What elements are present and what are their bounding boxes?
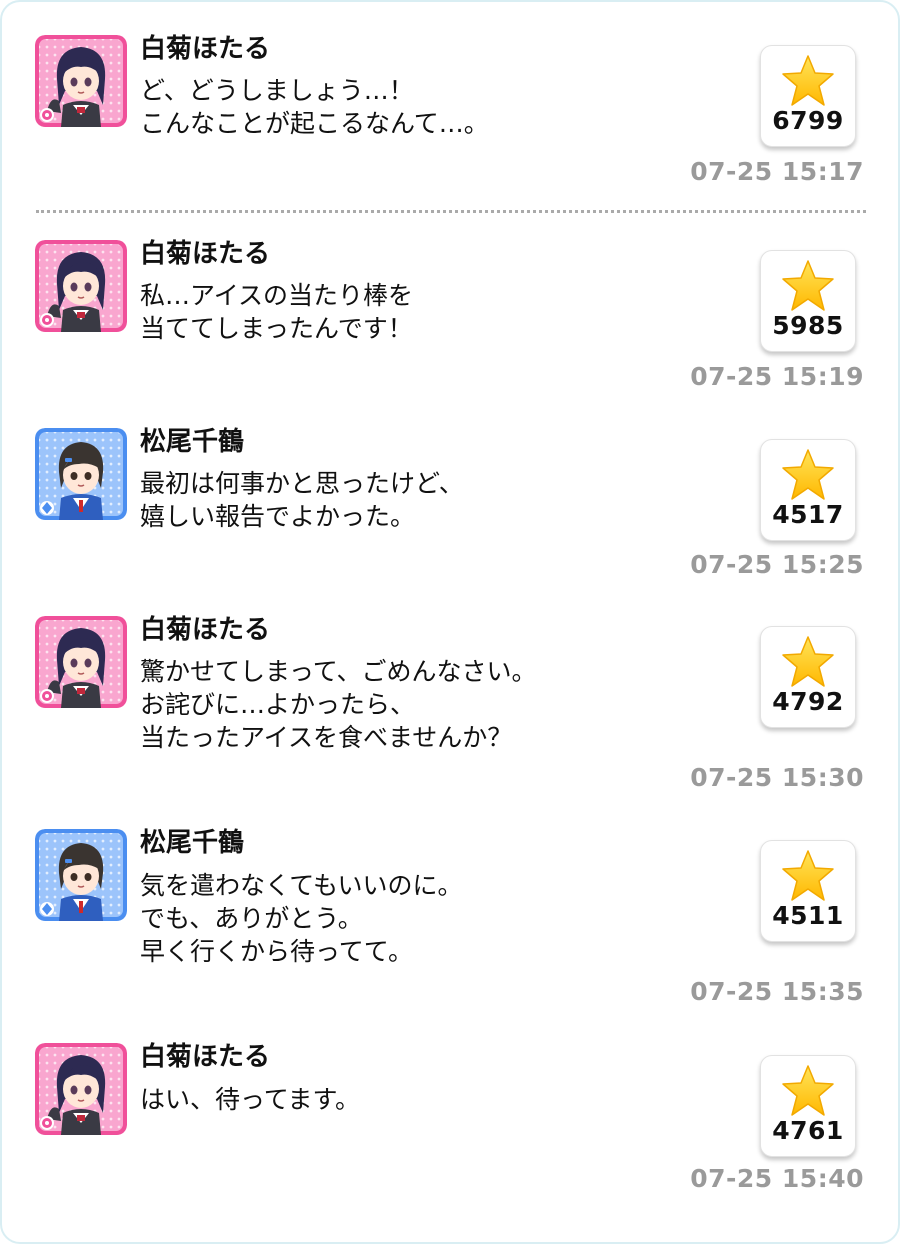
message-line: 気を遣わなくてもいいのに。 [140, 871, 463, 900]
message-line: はい、待ってます。 [140, 1085, 361, 1114]
like-button[interactable]: 4511 [760, 840, 856, 942]
avatar[interactable] [35, 616, 127, 708]
like-count: 4511 [772, 901, 844, 930]
author-name: 松尾千鶴 [140, 828, 245, 858]
star-icon [782, 1065, 834, 1116]
message-line: 最初は何事かと思ったけど、 [140, 469, 464, 498]
like-button[interactable]: 5985 [760, 250, 856, 352]
hotaru-avatar-icon [35, 1043, 127, 1135]
star-icon [782, 636, 834, 687]
star-icon [782, 260, 834, 311]
message-line: でも、ありがとう。 [140, 904, 363, 933]
author-name: 白菊ほたる [140, 34, 271, 64]
like-button[interactable]: 4761 [760, 1055, 856, 1157]
star-icon [782, 850, 834, 901]
author-name: 白菊ほたる [140, 615, 271, 645]
author-name: 白菊ほたる [140, 239, 271, 269]
hotaru-avatar-icon [35, 240, 127, 332]
avatar[interactable] [35, 829, 127, 921]
message-text: 驚かせてしまって、ごめんなさい。 お詫びに…よかったら、 当たったアイスを食べま… [140, 655, 537, 754]
message-line: こんなことが起こるなんて…。 [140, 109, 489, 138]
hotaru-avatar-icon [35, 616, 127, 708]
timestamp: 07-25 15:35 [690, 977, 864, 1006]
chizuru-avatar-icon [35, 829, 127, 921]
star-icon [782, 449, 834, 500]
like-button[interactable]: 4517 [760, 439, 856, 541]
message-line: 私…アイスの当たり棒を [140, 281, 414, 310]
like-count: 4517 [772, 500, 844, 529]
avatar[interactable] [35, 1043, 127, 1135]
author-name: 白菊ほたる [140, 1042, 271, 1072]
message-text: ど、どうしましょう…！ こんなことが起こるなんて…。 [140, 74, 489, 140]
avatar[interactable] [35, 428, 127, 520]
timestamp: 07-25 15:19 [690, 362, 864, 391]
message-line: ど、どうしましょう…！ [140, 76, 414, 105]
like-count: 6799 [772, 106, 844, 135]
like-count: 4761 [772, 1116, 844, 1145]
message-line: 当ててしまったんです！ [140, 314, 413, 343]
avatar[interactable] [35, 240, 127, 332]
message-line: 驚かせてしまって、ごめんなさい。 [140, 657, 537, 686]
message-line: お詫びに…よかったら、 [140, 690, 416, 719]
like-button[interactable]: 4792 [760, 626, 856, 728]
message-line: 早く行くから待ってて。 [140, 937, 414, 966]
message-text: 私…アイスの当たり棒を 当ててしまったんです！ [140, 279, 413, 345]
timestamp: 07-25 15:30 [690, 763, 864, 792]
chizuru-avatar-icon [35, 428, 127, 520]
message-text: はい、待ってます。 [140, 1083, 360, 1116]
author-name: 松尾千鶴 [140, 427, 245, 457]
like-count: 5985 [772, 311, 844, 340]
message-text: 最初は何事かと思ったけど、 嬉しい報告でよかった。 [140, 467, 464, 533]
message-line: 当たったアイスを食べませんか？ [140, 723, 513, 752]
timestamp: 07-25 15:25 [690, 550, 864, 579]
like-count: 4792 [772, 687, 844, 716]
star-icon [782, 55, 834, 106]
like-button[interactable]: 6799 [760, 45, 856, 147]
timestamp: 07-25 15:17 [690, 157, 864, 186]
divider [36, 210, 866, 213]
message-line: 嬉しい報告でよかった。 [140, 502, 416, 531]
hotaru-avatar-icon [35, 35, 127, 127]
timestamp: 07-25 15:40 [690, 1164, 864, 1193]
avatar[interactable] [35, 35, 127, 127]
message-text: 気を遣わなくてもいいのに。 でも、ありがとう。 早く行くから待ってて。 [140, 869, 463, 968]
